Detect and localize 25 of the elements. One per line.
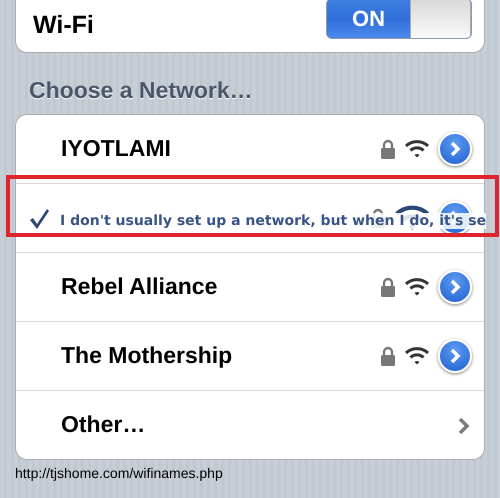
source-caption: http://tjshome.com/wifinames.php <box>15 465 224 481</box>
chevron-icon <box>449 141 461 157</box>
network-row[interactable]: IYOTLAMI <box>16 115 484 184</box>
network-row[interactable]: The Mothership <box>16 322 484 391</box>
network-name[interactable]: The Mothership <box>61 342 232 369</box>
lock-icon <box>380 139 396 159</box>
detail-disclosure-button[interactable] <box>438 270 472 304</box>
detail-disclosure-button[interactable] <box>438 132 472 166</box>
wifi-icon <box>404 346 430 366</box>
lock-icon <box>380 277 396 297</box>
detail-disclosure-button[interactable] <box>438 339 472 373</box>
wifi-toggle[interactable]: ON <box>326 0 472 39</box>
wifi-icon <box>404 139 430 159</box>
other-network-item[interactable]: Other… <box>61 411 146 438</box>
lock-icon <box>380 346 396 366</box>
wifi-icon <box>404 277 430 297</box>
network-name[interactable]: Rebel Alliance <box>61 273 218 300</box>
network-name[interactable]: I don't usually set up a network, but when I do, it's se <box>60 213 486 229</box>
section-title: Choose a Network… <box>29 77 254 104</box>
chevron-icon <box>449 348 461 364</box>
chevron-icon <box>449 279 461 295</box>
network-row[interactable]: Rebel Alliance <box>16 253 484 322</box>
wifi-label: Wi-Fi <box>33 11 94 40</box>
chevron-icon <box>458 417 470 435</box>
network-name[interactable]: IYOTLAMI <box>61 135 171 162</box>
